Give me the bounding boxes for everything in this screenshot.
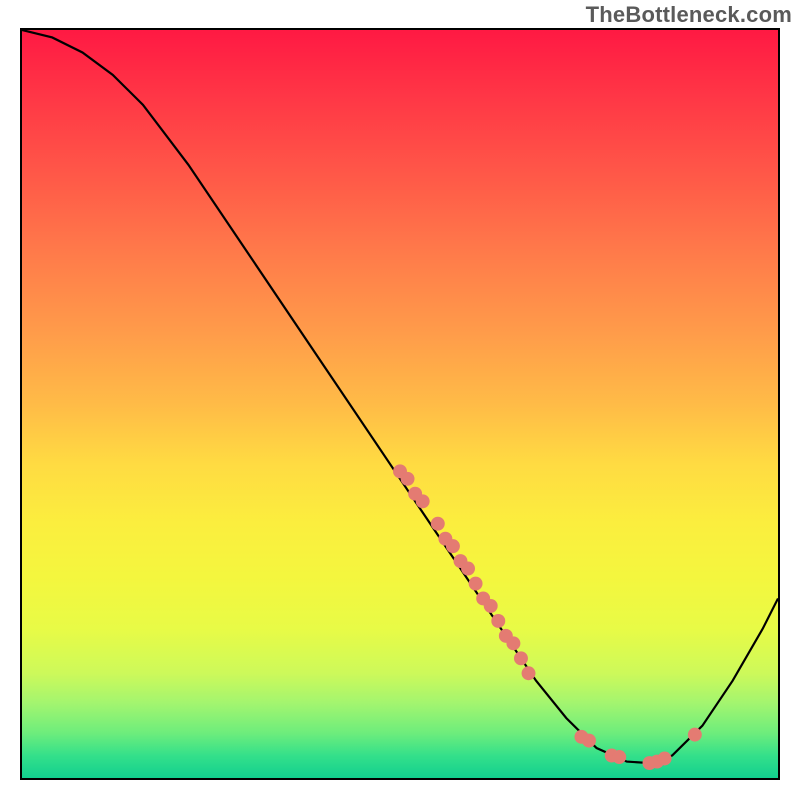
data-marker [431, 517, 445, 531]
data-marker [416, 494, 430, 508]
data-marker [522, 666, 536, 680]
data-marker [469, 577, 483, 591]
data-marker [506, 636, 520, 650]
data-marker [484, 599, 498, 613]
plot-area [20, 28, 780, 780]
data-marker [658, 752, 672, 766]
watermark-text: TheBottleneck.com [586, 2, 792, 28]
chart-frame: TheBottleneck.com [0, 0, 800, 800]
data-marker [461, 562, 475, 576]
data-marker [491, 614, 505, 628]
data-marker [688, 728, 702, 742]
marker-group [393, 464, 702, 770]
bottleneck-curve [22, 30, 778, 763]
curve-overlay [22, 30, 778, 778]
data-marker [582, 734, 596, 748]
data-marker [514, 651, 528, 665]
data-marker [401, 472, 415, 486]
data-marker [612, 750, 626, 764]
data-marker [446, 539, 460, 553]
